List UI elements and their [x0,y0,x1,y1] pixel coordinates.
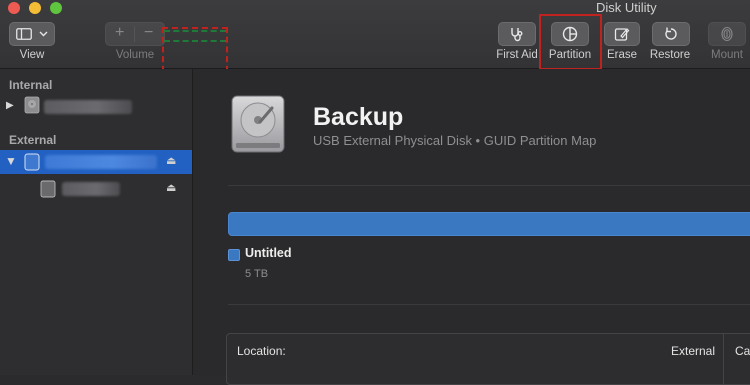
internal-disk-name-redacted[interactable] [44,100,132,114]
main-content: Backup USB External Physical Disk • GUID… [193,69,750,385]
volume-name-redacted[interactable] [62,182,120,196]
disk-name-title: Backup [313,103,404,131]
sidebar: Internal ▶ External ▼ ⏏ ⏏ [0,69,193,375]
mount-button[interactable] [708,22,746,46]
partition-highlight-annotation [539,14,602,70]
disclosure-triangle-open-icon[interactable]: ▼ [5,154,17,168]
disk-info-table: Location: External Ca [226,333,750,385]
fingerprint-icon [721,26,733,42]
volume-eject-icon[interactable]: ⏏ [166,181,176,194]
sidebar-item-external-disk[interactable]: ▼ ⏏ [0,150,192,174]
annotation-dashed-path-green [164,30,226,42]
mount-label: Mount [711,49,743,61]
internal-disk-icon [24,96,40,114]
disclosure-triangle-icon[interactable]: ▶ [6,100,14,111]
volume-name-label: Untitled [245,246,292,260]
hard-drive-icon [231,95,285,153]
divider [228,185,750,186]
internal-section-header: Internal [9,78,53,92]
window-title: Disk Utility [596,0,657,15]
minimize-window-button[interactable] [29,2,41,14]
volume-disk-icon [40,180,56,198]
add-volume-button[interactable]: + [115,24,124,42]
view-label: View [19,49,45,61]
external-section-header: External [9,133,57,147]
external-disk-name-redacted [45,155,157,169]
volume-color-swatch [228,249,240,261]
volume-label: Volume [115,49,155,61]
restore-label: Restore [649,49,691,61]
sidebar-icon [16,28,32,40]
chevron-down-icon [39,31,48,37]
disk-subtitle: USB External Physical Disk • GUID Partit… [313,133,597,148]
location-value: External [671,344,716,358]
next-info-key: Ca [735,344,750,358]
close-window-button[interactable] [8,2,20,14]
partition-map-bar[interactable] [228,212,750,236]
eject-icon[interactable]: ⏏ [166,154,176,167]
segment-divider [134,26,135,42]
volume-segmented-control[interactable]: + − [105,22,165,46]
restore-button[interactable] [652,22,690,46]
zoom-window-button[interactable] [50,2,62,14]
view-button[interactable] [9,22,55,46]
erase-disk-icon [614,28,630,41]
external-disk-icon [24,153,40,171]
location-key: Location: [237,344,286,358]
toolbar: Disk Utility View + − Volume First Aid P… [0,0,750,70]
remove-volume-button[interactable]: − [144,24,153,42]
info-column-divider [723,334,724,384]
divider [228,304,750,305]
restore-arrow-icon [665,27,677,40]
stethoscope-icon [511,28,523,42]
first-aid-button[interactable] [498,22,536,46]
erase-button[interactable] [604,22,640,46]
volume-size-label: 5 TB [245,268,269,280]
